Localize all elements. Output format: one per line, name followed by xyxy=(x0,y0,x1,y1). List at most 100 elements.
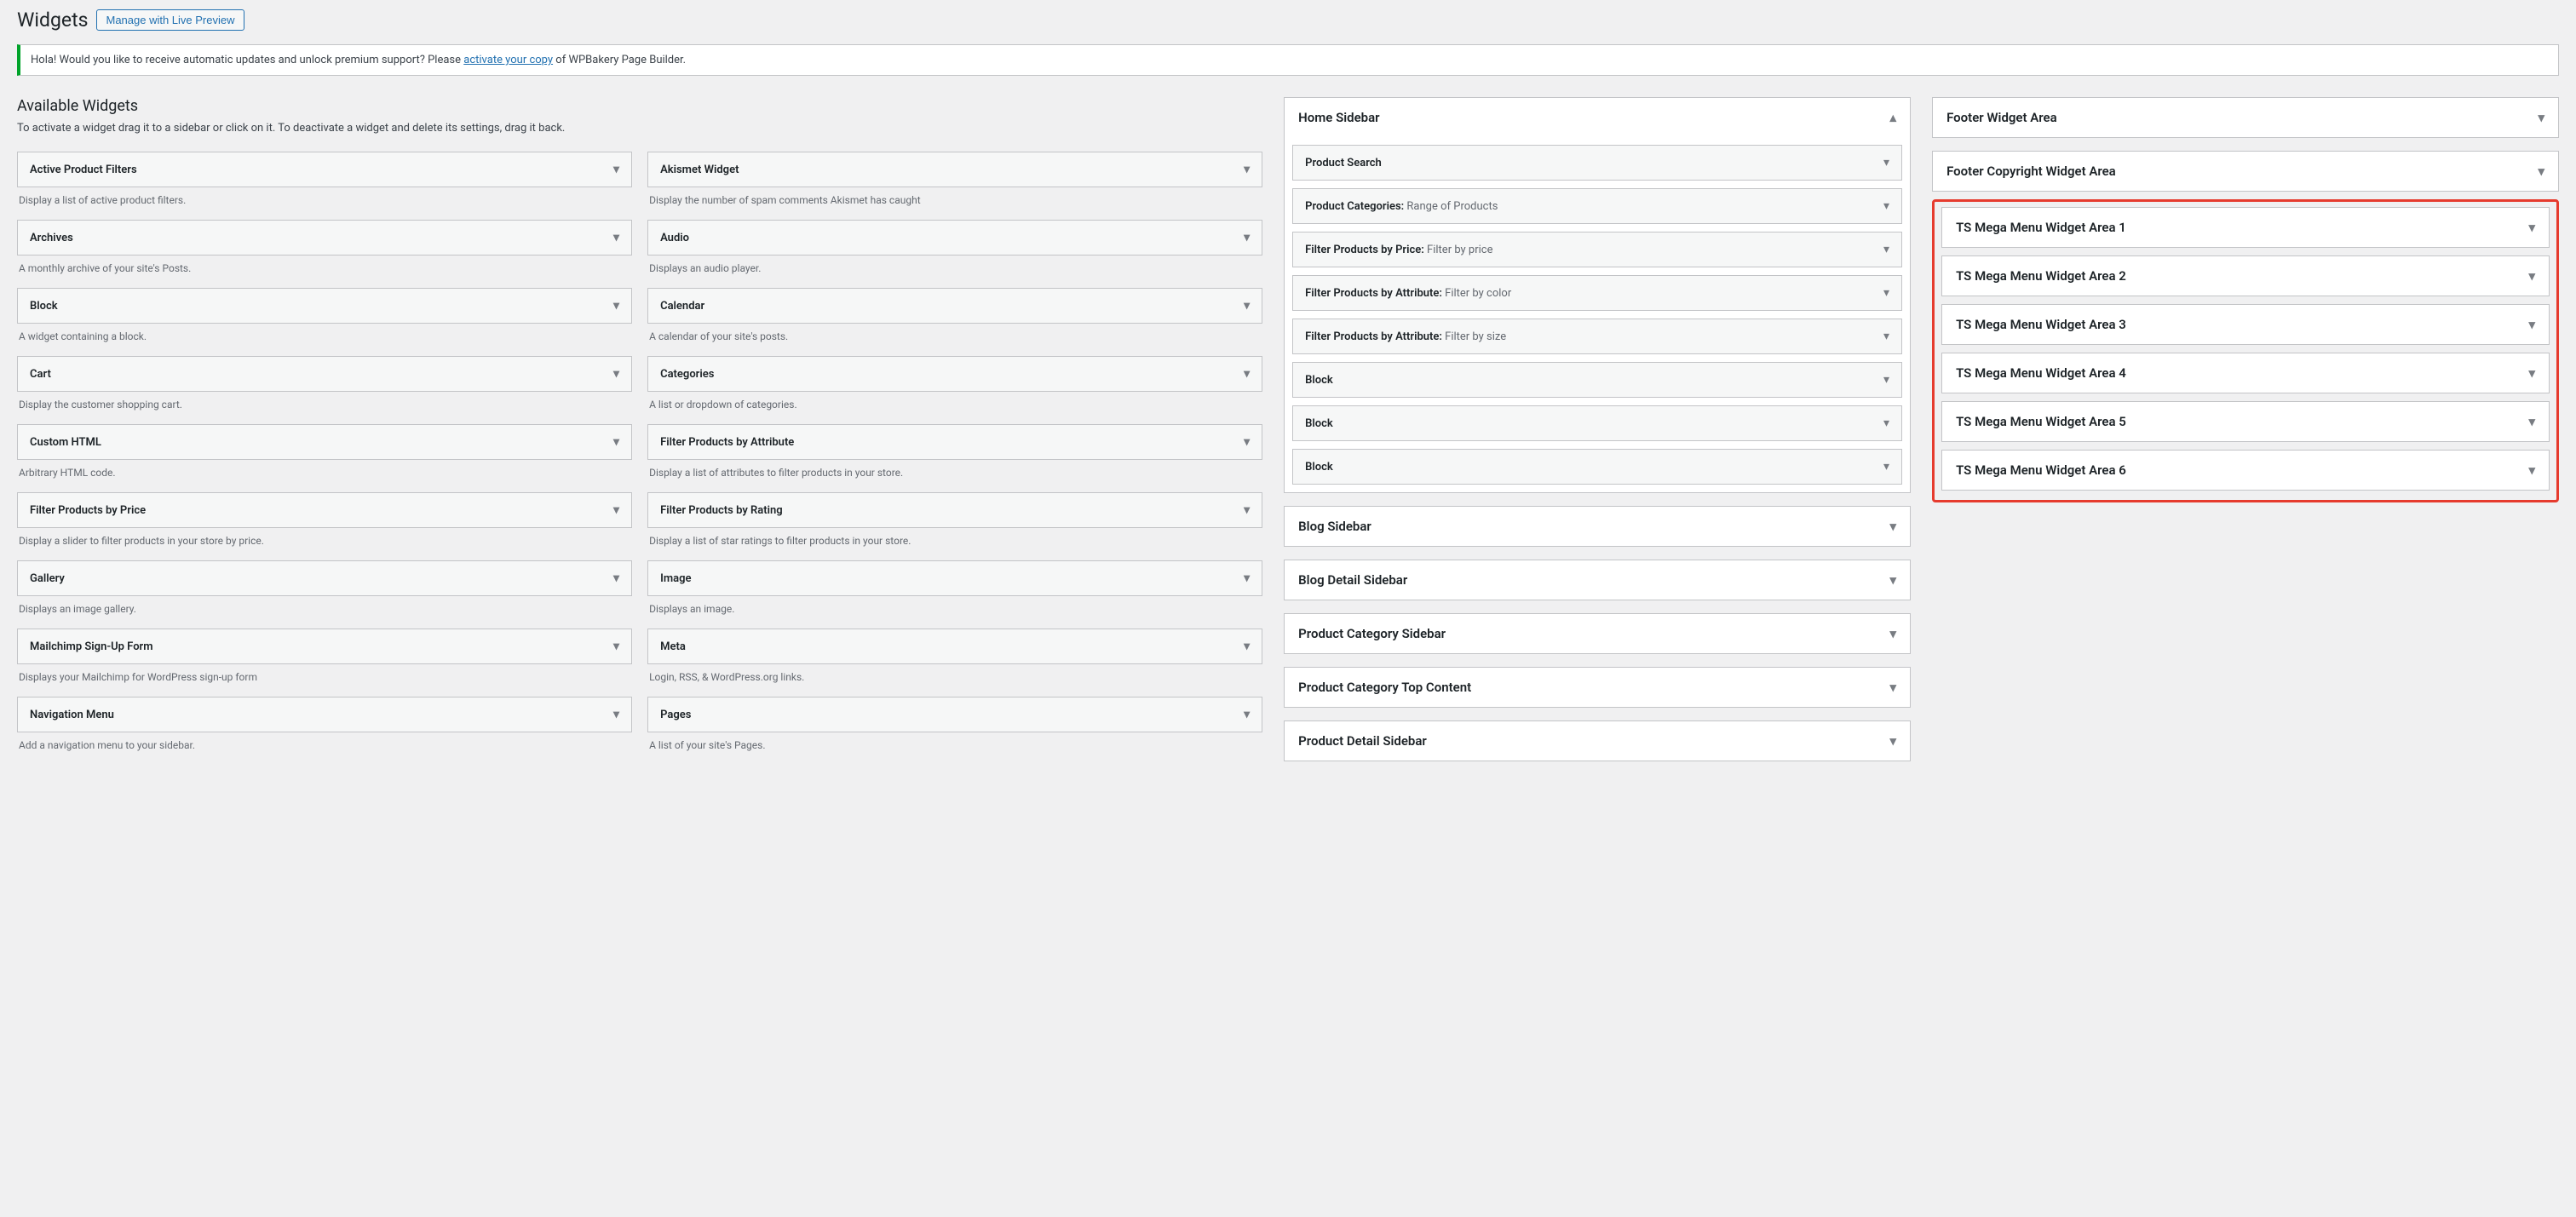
available-widget-right-2[interactable]: Calendar▾ xyxy=(647,288,1262,324)
available-widget-right-8[interactable]: Pages▾ xyxy=(647,697,1262,732)
available-widget-left-3[interactable]: Cart▾ xyxy=(17,356,632,392)
available-widget-left-8[interactable]: Navigation Menu ▾ xyxy=(17,697,632,732)
sidebar-area-product-category-top-content-header[interactable]: Product Category Top Content▾ xyxy=(1285,668,1910,707)
available-widget-right-5[interactable]: Filter Products by Rating▾ xyxy=(647,492,1262,528)
available-widget-left-6[interactable]: Gallery▾ xyxy=(17,560,632,596)
sidebar-area-title: Blog Sidebar xyxy=(1298,519,1371,534)
chevron-down-icon: ▾ xyxy=(1244,231,1250,244)
available-widget-left-7[interactable]: Mailchimp Sign-Up Form▾ xyxy=(17,629,632,664)
chevron-down-icon: ▾ xyxy=(613,299,619,313)
sidebar-area-ts-mega-menu-widget-area-2-header[interactable]: TS Mega Menu Widget Area 2▾ xyxy=(1942,256,2549,296)
available-widget-right-0[interactable]: Akismet Widget▾ xyxy=(647,152,1262,187)
available-widget-left-2[interactable]: Block ▾ xyxy=(17,288,632,324)
available-widget-right-6[interactable]: Image ▾ xyxy=(647,560,1262,596)
sidebar-area-ts-mega-menu-widget-area-1-header[interactable]: TS Mega Menu Widget Area 1▾ xyxy=(1942,208,2549,247)
widget-label: Filter Products by Price: xyxy=(1305,244,1424,256)
available-widget-left-4[interactable]: Custom HTML▾ xyxy=(17,424,632,460)
home-sidebar-widget-4[interactable]: Filter Products by Attribute: Filter by … xyxy=(1292,319,1902,354)
manage-live-preview-button[interactable]: Manage with Live Preview xyxy=(96,9,244,31)
sidebar-area-ts-mega-menu-widget-area-5: TS Mega Menu Widget Area 5▾ xyxy=(1941,401,2550,442)
sidebar-area-product-category-sidebar-header[interactable]: Product Category Sidebar▾ xyxy=(1285,614,1910,653)
chevron-down-icon: ▾ xyxy=(613,163,619,176)
chevron-down-icon: ▾ xyxy=(613,231,619,244)
home-sidebar-widget-1[interactable]: Product Categories: Range of Products ▾ xyxy=(1292,188,1902,224)
available-widget-left-0[interactable]: Active Product Filters▾ xyxy=(17,152,632,187)
sidebar-area-ts-mega-menu-widget-area-5-header[interactable]: TS Mega Menu Widget Area 5▾ xyxy=(1942,402,2549,441)
sidebar-area-blog-detail-sidebar: Blog Detail Sidebar▾ xyxy=(1284,560,1911,600)
chevron-down-icon: ▾ xyxy=(613,367,619,381)
highlighted-mega-menu-areas: TS Mega Menu Widget Area 1▾ TS Mega Menu … xyxy=(1932,199,2559,502)
sidebar-area-blog-detail-sidebar-header[interactable]: Blog Detail Sidebar▾ xyxy=(1285,560,1910,600)
available-widget-right-7[interactable]: Meta▾ xyxy=(647,629,1262,664)
sidebar-area-home: Home Sidebar ▴ Product Search▾ Product Ca… xyxy=(1284,97,1911,493)
home-sidebar-widget-0[interactable]: Product Search▾ xyxy=(1292,145,1902,181)
sidebar-area-product-category-top-content: Product Category Top Content▾ xyxy=(1284,667,1911,708)
sidebar-area-ts-mega-menu-widget-area-6: TS Mega Menu Widget Area 6▾ xyxy=(1941,450,2550,491)
available-widget-right-3[interactable]: Categories▾ xyxy=(647,356,1262,392)
chevron-down-icon: ▾ xyxy=(613,503,619,517)
sidebar-area-blog-sidebar: Blog Sidebar▾ xyxy=(1284,506,1911,547)
available-widget-right-1[interactable]: Audio▾ xyxy=(647,220,1262,255)
widget-label: Filter Products by Attribute: xyxy=(1305,330,1442,343)
available-widget-left-1[interactable]: Archives ▾ xyxy=(17,220,632,255)
sidebar-area-blog-sidebar-header[interactable]: Blog Sidebar▾ xyxy=(1285,507,1910,546)
available-widget-label: Block xyxy=(30,300,58,313)
widget-label: Product Categories: xyxy=(1305,200,1404,213)
sidebar-area-home-title: Home Sidebar xyxy=(1298,110,1379,125)
chevron-down-icon: ▾ xyxy=(1244,163,1250,176)
sidebar-area-product-detail-sidebar: Product Detail Sidebar▾ xyxy=(1284,720,1911,761)
widget-label: Filter Products by Attribute: xyxy=(1305,287,1442,300)
available-widget-label: Calendar xyxy=(660,300,704,313)
available-widget-left-5[interactable]: Filter Products by Price ▾ xyxy=(17,492,632,528)
available-widget-desc: Add a navigation menu to your sidebar. xyxy=(17,732,632,755)
home-sidebar-widget-6[interactable]: Block ▾ xyxy=(1292,405,1902,441)
widget-subtitle: Filter by price xyxy=(1424,244,1493,256)
sidebar-area-title: Footer Copyright Widget Area xyxy=(1946,164,2116,179)
available-widget-desc: Displays your Mailchimp for WordPress si… xyxy=(17,664,632,686)
home-sidebar-widget-5[interactable]: Block▾ xyxy=(1292,362,1902,398)
available-widget-right-4[interactable]: Filter Products by Attribute▾ xyxy=(647,424,1262,460)
available-widget-desc: A list or dropdown of categories. xyxy=(647,392,1262,414)
sidebar-area-footer-copyright-widget-area-header[interactable]: Footer Copyright Widget Area▾ xyxy=(1933,152,2558,191)
sidebar-area-title: TS Mega Menu Widget Area 6 xyxy=(1956,462,2126,478)
chevron-down-icon: ▾ xyxy=(1883,416,1889,430)
sidebar-area-product-detail-sidebar-header[interactable]: Product Detail Sidebar▾ xyxy=(1285,721,1910,761)
sidebar-area-product-category-sidebar: Product Category Sidebar▾ xyxy=(1284,613,1911,654)
home-sidebar-widget-3[interactable]: Filter Products by Attribute: Filter by … xyxy=(1292,275,1902,311)
available-widget-label: Navigation Menu xyxy=(30,709,114,721)
widget-label: Block xyxy=(1305,417,1333,430)
sidebar-area-footer-copyright-widget-area: Footer Copyright Widget Area▾ xyxy=(1932,151,2559,192)
widget-subtitle: Range of Products xyxy=(1404,200,1498,213)
chevron-down-icon: ▾ xyxy=(1244,571,1250,585)
sidebar-area-title: TS Mega Menu Widget Area 2 xyxy=(1956,268,2126,284)
sidebar-area-ts-mega-menu-widget-area-3-header[interactable]: TS Mega Menu Widget Area 3▾ xyxy=(1942,305,2549,344)
notice-activate-link[interactable]: activate your copy xyxy=(463,54,553,66)
available-widget-label: Image xyxy=(660,572,691,585)
chevron-down-icon: ▾ xyxy=(1244,503,1250,517)
sidebar-area-ts-mega-menu-widget-area-4-header[interactable]: TS Mega Menu Widget Area 4▾ xyxy=(1942,353,2549,393)
available-widgets-description: To activate a widget drag it to a sideba… xyxy=(17,122,1262,135)
available-widget-desc: A widget containing a block. xyxy=(17,324,632,346)
chevron-down-icon: ▾ xyxy=(1244,640,1250,653)
sidebar-area-footer-widget-area-header[interactable]: Footer Widget Area▾ xyxy=(1933,98,2558,137)
available-widget-label: Custom HTML xyxy=(30,436,101,449)
available-widget-desc: Display the customer shopping cart. xyxy=(17,392,632,414)
chevron-down-icon: ▾ xyxy=(613,708,619,721)
available-widget-label: Filter Products by Price xyxy=(30,504,146,517)
sidebar-area-ts-mega-menu-widget-area-6-header[interactable]: TS Mega Menu Widget Area 6▾ xyxy=(1942,451,2549,490)
chevron-down-icon: ▾ xyxy=(1883,199,1889,213)
available-widget-desc: Arbitrary HTML code. xyxy=(17,460,632,482)
available-widget-label: Archives xyxy=(30,232,73,244)
home-sidebar-widget-2[interactable]: Filter Products by Price: Filter by pric… xyxy=(1292,232,1902,267)
sidebar-area-title: Blog Detail Sidebar xyxy=(1298,572,1407,588)
home-sidebar-widget-7[interactable]: Block▾ xyxy=(1292,449,1902,485)
available-widget-desc: Login, RSS, & WordPress.org links. xyxy=(647,664,1262,686)
available-widget-desc: Displays an audio player. xyxy=(647,255,1262,278)
sidebar-area-home-header[interactable]: Home Sidebar ▴ xyxy=(1285,98,1910,137)
chevron-down-icon: ▾ xyxy=(1883,243,1889,256)
chevron-down-icon: ▾ xyxy=(613,571,619,585)
available-widgets-title: Available Widgets xyxy=(17,97,1262,115)
available-widget-label: Filter Products by Attribute xyxy=(660,436,794,449)
available-widget-desc: Displays an image. xyxy=(647,596,1262,618)
chevron-down-icon: ▾ xyxy=(1883,286,1889,300)
